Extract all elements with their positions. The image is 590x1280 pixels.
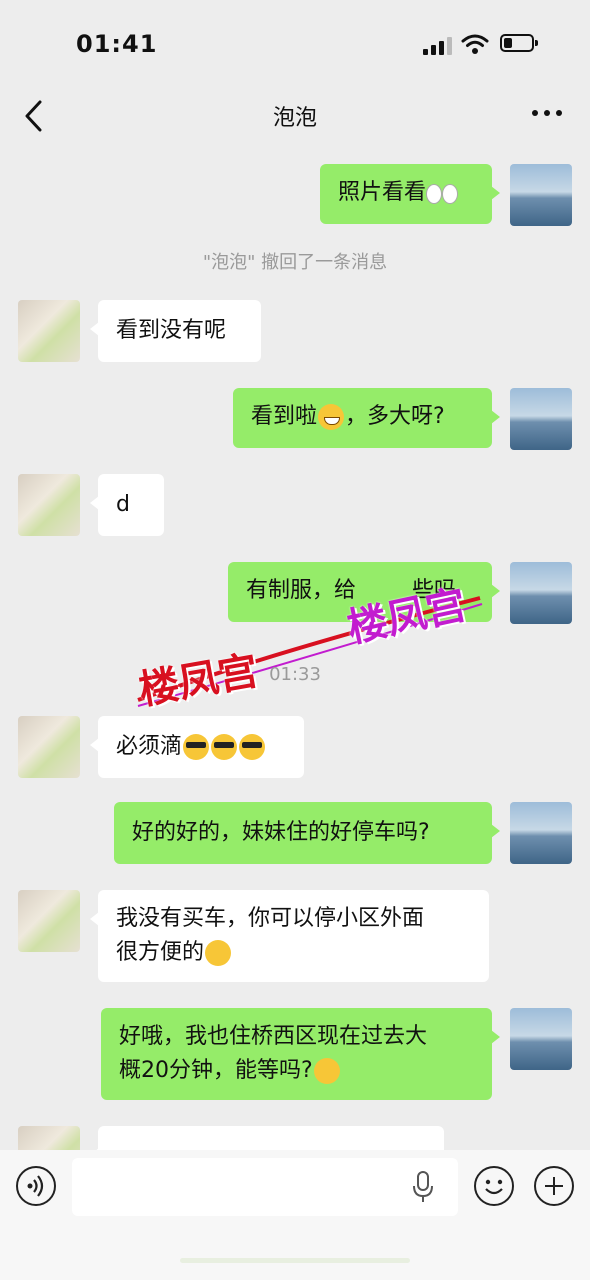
emoji-picker-icon[interactable] — [474, 1166, 514, 1206]
message-text: 看到啦 — [251, 404, 318, 429]
status-time: 01:41 — [76, 30, 158, 58]
message-bubble-other[interactable]: 看到没有呢 — [90, 300, 261, 362]
battery-icon — [500, 34, 538, 52]
more-options-icon[interactable] — [532, 110, 564, 120]
message-bubble-mine[interactable]: 好哦，我也住桥西区现在过去大 概20分钟，能等吗? — [101, 1008, 500, 1100]
message-text: 照片看看 — [338, 180, 427, 205]
my-avatar[interactable] — [510, 562, 572, 624]
message-text: 看到没有呢 — [116, 318, 227, 343]
message-text-line2: 很方便的 — [116, 940, 205, 965]
message-text-line1: 我没有买车，你可以停小区外面 — [116, 906, 425, 931]
microphone-icon[interactable] — [410, 1170, 436, 1204]
status-bar: 01:41 — [0, 0, 590, 90]
home-indicator — [180, 1258, 410, 1263]
message-bubble-other[interactable]: d — [90, 474, 164, 536]
my-avatar[interactable] — [510, 164, 572, 226]
message-bubble-other[interactable]: 我没有买车，你可以停小区外面 很方便的 — [90, 890, 489, 982]
eyes-emoji-icon — [426, 182, 459, 204]
message-text-tail: ，多大呀? — [345, 404, 445, 429]
wifi-icon — [461, 34, 489, 54]
message-text: 必须滴 — [116, 734, 183, 759]
contact-avatar[interactable] — [18, 474, 80, 536]
message-bubble-other[interactable]: 必须滴 — [90, 716, 304, 778]
message-bubble-mine[interactable]: 看到啦 ，多大呀? — [233, 388, 500, 448]
contact-avatar[interactable] — [18, 300, 80, 362]
sunglasses-emoji-icon — [211, 734, 238, 760]
grin-emoji-icon — [318, 404, 345, 430]
message-bubble-mine[interactable]: 照片看看 — [320, 164, 500, 224]
signal-icon — [423, 35, 453, 55]
my-avatar[interactable] — [510, 802, 572, 864]
shy-emoji-icon — [313, 1058, 340, 1084]
message-input[interactable] — [72, 1158, 458, 1216]
time-divider: 01:33 — [269, 664, 321, 685]
sunglasses-emoji-icon — [183, 734, 210, 760]
wink-emoji-icon — [205, 940, 232, 966]
message-text-line2: 概20分钟，能等吗? — [119, 1058, 313, 1083]
recall-notice: "泡泡" 撤回了一条消息 — [202, 252, 388, 273]
contact-avatar[interactable] — [18, 716, 80, 778]
my-avatar[interactable] — [510, 1008, 572, 1070]
my-avatar[interactable] — [510, 388, 572, 450]
voice-toggle-icon[interactable] — [16, 1166, 56, 1206]
message-bubble-mine[interactable]: 好的好的，妹妹住的好停车吗? — [114, 802, 500, 864]
message-text-line1: 好哦，我也住桥西区现在过去大 — [119, 1024, 428, 1049]
message-text: d — [116, 492, 130, 517]
contact-avatar[interactable] — [18, 890, 80, 952]
chat-header: 泡泡 — [0, 90, 590, 146]
chat-title: 泡泡 — [272, 106, 317, 131]
sunglasses-emoji-icon — [239, 734, 266, 760]
add-attachment-icon[interactable] — [534, 1166, 574, 1206]
message-text: 好的好的，妹妹住的好停车吗? — [132, 820, 430, 845]
